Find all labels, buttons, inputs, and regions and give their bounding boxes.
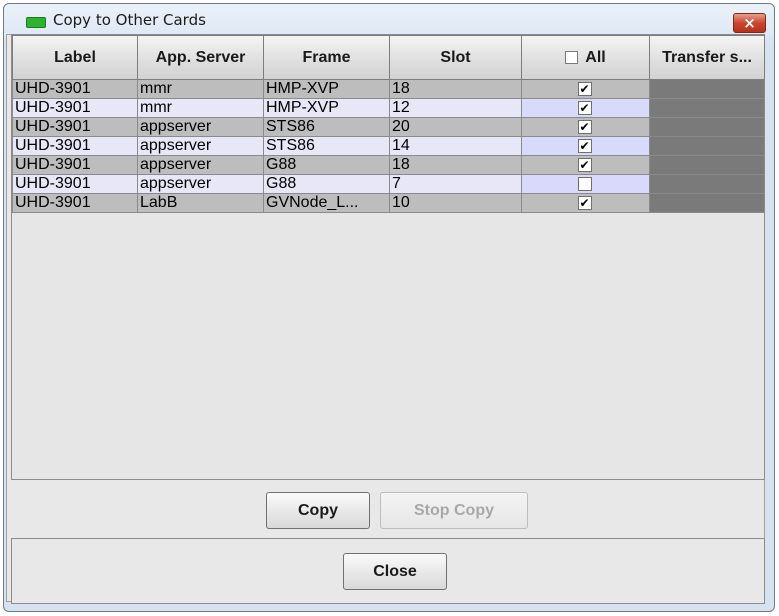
cell-transfer-status: [650, 175, 765, 194]
cell-frame: G88: [264, 175, 390, 194]
cell-transfer-status: [650, 80, 765, 99]
cell-label: UHD-3901: [12, 99, 138, 118]
cell-frame: HMP-XVP: [264, 99, 390, 118]
table-row[interactable]: UHD-3901 appserver G88 7: [12, 175, 765, 194]
row-checkbox[interactable]: ✔: [577, 82, 592, 96]
cell-select: ✔: [522, 99, 650, 118]
cell-slot: 20: [390, 118, 522, 137]
cell-slot: 18: [390, 156, 522, 175]
cell-slot: 18: [390, 80, 522, 99]
cell-select: ✔: [522, 156, 650, 175]
cell-app-server: appserver: [138, 118, 264, 137]
cell-frame: STS86: [264, 118, 390, 137]
table-row[interactable]: UHD-3901 LabB GVNode_L... 10 ✔: [12, 194, 765, 213]
cell-transfer-status: [650, 118, 765, 137]
cell-app-server: appserver: [138, 156, 264, 175]
row-checkbox[interactable]: ✔: [577, 120, 592, 134]
window-title: Copy to Other Cards: [53, 11, 206, 29]
column-header-slot[interactable]: Slot: [390, 35, 522, 80]
column-header-all[interactable]: All: [522, 35, 650, 80]
cell-transfer-status: [650, 99, 765, 118]
close-button[interactable]: Close: [343, 553, 447, 590]
cell-transfer-status: [650, 137, 765, 156]
table-body: UHD-3901 mmr HMP-XVP 18 ✔ UHD-3901 mmr HMP-XVP 1…: [12, 80, 765, 213]
table-row[interactable]: UHD-3901 mmr HMP-XVP 18 ✔: [12, 80, 765, 99]
select-all-label: All: [585, 48, 606, 66]
close-window-button[interactable]: ×: [733, 13, 766, 33]
cell-transfer-status: [650, 194, 765, 213]
cell-frame: HMP-XVP: [264, 80, 390, 99]
cell-label: UHD-3901: [12, 194, 138, 213]
cell-select: ✔: [522, 137, 650, 156]
select-all-checkbox[interactable]: [565, 51, 579, 64]
cards-table: Label App. Server Frame Slot All Transfe…: [11, 34, 765, 480]
column-header-transfer-status[interactable]: Transfer s...: [650, 35, 765, 80]
cell-frame: STS86: [264, 137, 390, 156]
row-checkbox[interactable]: ✔: [577, 139, 592, 153]
cell-select: ✔: [522, 194, 650, 213]
cell-transfer-status: [650, 156, 765, 175]
column-header-label[interactable]: Label: [12, 35, 138, 80]
table-row[interactable]: UHD-3901 appserver STS86 14 ✔: [12, 137, 765, 156]
cell-select: [522, 175, 650, 194]
cell-slot: 14: [390, 137, 522, 156]
row-checkbox[interactable]: [577, 177, 592, 191]
table-header: Label App. Server Frame Slot All Transfe…: [12, 35, 765, 80]
cell-label: UHD-3901: [12, 80, 138, 99]
table-row[interactable]: UHD-3901 appserver STS86 20 ✔: [12, 118, 765, 137]
column-header-app-server[interactable]: App. Server: [138, 35, 264, 80]
stop-copy-button[interactable]: Stop Copy: [380, 492, 528, 529]
copy-button[interactable]: Copy: [266, 492, 370, 529]
cell-label: UHD-3901: [12, 156, 138, 175]
cell-slot: 10: [390, 194, 522, 213]
column-header-frame[interactable]: Frame: [264, 35, 390, 80]
row-checkbox[interactable]: ✔: [577, 196, 592, 210]
cell-app-server: appserver: [138, 175, 264, 194]
cell-app-server: mmr: [138, 99, 264, 118]
cell-select: ✔: [522, 118, 650, 137]
cell-label: UHD-3901: [12, 118, 138, 137]
table-row[interactable]: UHD-3901 mmr HMP-XVP 12 ✔: [12, 99, 765, 118]
cell-slot: 7: [390, 175, 522, 194]
cell-app-server: LabB: [138, 194, 264, 213]
cell-app-server: mmr: [138, 80, 264, 99]
cell-app-server: appserver: [138, 137, 264, 156]
title-bar[interactable]: Copy to Other Cards ×: [4, 4, 774, 38]
cell-label: UHD-3901: [12, 175, 138, 194]
row-checkbox[interactable]: ✔: [577, 158, 592, 172]
table-row[interactable]: UHD-3901 appserver G88 18 ✔: [12, 156, 765, 175]
cell-frame: G88: [264, 156, 390, 175]
cell-slot: 12: [390, 99, 522, 118]
cell-select: ✔: [522, 80, 650, 99]
row-checkbox[interactable]: ✔: [577, 101, 592, 115]
cell-label: UHD-3901: [12, 137, 138, 156]
card-icon: [26, 17, 46, 28]
cell-frame: GVNode_L...: [264, 194, 390, 213]
